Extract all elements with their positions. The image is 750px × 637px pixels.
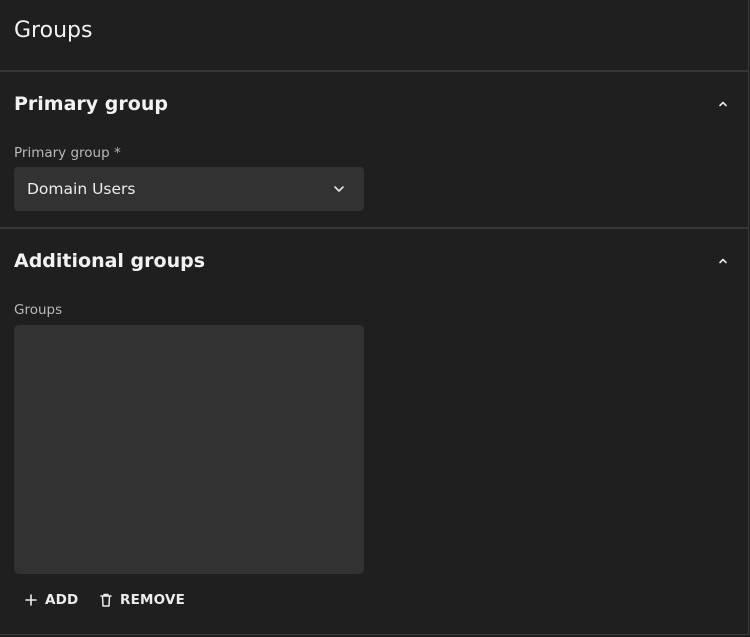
groups-listbox[interactable] <box>14 325 364 574</box>
remove-button-label: REMOVE <box>120 592 186 608</box>
primary-group-select[interactable]: Domain Users <box>14 167 364 211</box>
additional-groups-section-title: Additional groups <box>14 250 206 272</box>
chevron-down-icon <box>334 186 344 192</box>
groups-field-label: Groups <box>14 302 63 318</box>
primary-group-collapse-button[interactable] <box>713 94 733 114</box>
chevron-up-icon <box>719 101 727 107</box>
plus-icon <box>23 592 39 608</box>
section-divider <box>0 227 748 229</box>
primary-group-field-label: Primary group * <box>14 145 121 161</box>
page-title: Groups <box>14 18 93 43</box>
remove-group-button[interactable]: REMOVE <box>98 588 185 612</box>
primary-group-section-title: Primary group <box>14 93 168 115</box>
chevron-up-icon <box>719 258 727 264</box>
groups-panel: Groups Primary group Primary group * Dom… <box>0 0 749 635</box>
primary-group-selected-value: Domain Users <box>27 180 136 198</box>
trash-icon <box>98 592 114 608</box>
add-group-button[interactable]: ADD <box>23 588 78 612</box>
header-divider <box>0 70 748 72</box>
additional-groups-collapse-button[interactable] <box>713 251 733 271</box>
add-button-label: ADD <box>45 592 79 608</box>
